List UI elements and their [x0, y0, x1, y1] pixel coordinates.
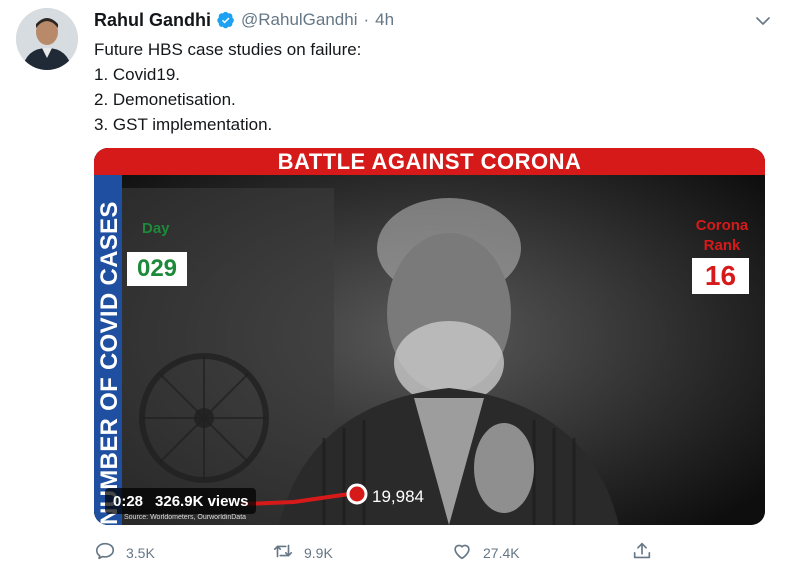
retweet-icon [272, 540, 294, 565]
source-caption: Source: Worldometers, OurworldinData [124, 514, 247, 521]
video-view-count: 326.9K views [155, 492, 249, 510]
video-player[interactable]: BATTLE AGAINST CORONA NUMBER OF COVID CA… [94, 148, 765, 525]
tweet-text-line: 3. GST implementation. [94, 115, 273, 134]
author-handle[interactable]: @RahulGandhi [241, 10, 358, 30]
heart-icon [451, 540, 473, 565]
like-count: 27.4K [483, 544, 520, 561]
reply-button[interactable]: 3.5K [94, 540, 155, 565]
more-options-chevron-down-icon[interactable] [754, 12, 772, 30]
retweet-count: 9.9K [304, 544, 333, 561]
verified-badge-icon [217, 11, 235, 29]
author-avatar[interactable] [16, 8, 78, 70]
tweet-actions: 3.5K 9.9K 27.4K [94, 540, 694, 566]
video-elapsed-time: 0:28 [113, 492, 144, 510]
reply-count: 3.5K [126, 544, 155, 561]
like-button[interactable]: 27.4K [451, 540, 520, 565]
retweet-button[interactable]: 9.9K [272, 540, 333, 565]
tweet-text-line: Future HBS case studies on failure: [94, 40, 362, 59]
video-info-overlay: 0:28 326.9K views [105, 488, 257, 514]
cases-trend-line [242, 483, 368, 506]
tweet-text-line: 1. Covid19. [94, 65, 180, 84]
author-name[interactable]: Rahul Gandhi [94, 10, 211, 31]
separator-dot: · [363, 10, 370, 29]
tweet-header: Rahul Gandhi @RahulGandhi · 4h [94, 9, 394, 31]
reply-icon [94, 540, 116, 565]
tweet-timestamp[interactable]: 4h [375, 10, 394, 30]
share-button[interactable] [631, 540, 653, 565]
tweet-text: Future HBS case studies on failure: 1. C… [94, 37, 361, 137]
share-icon [631, 540, 653, 565]
tweet-text-line: 2. Demonetisation. [94, 90, 236, 109]
cases-count: 19,984 [372, 487, 424, 506]
